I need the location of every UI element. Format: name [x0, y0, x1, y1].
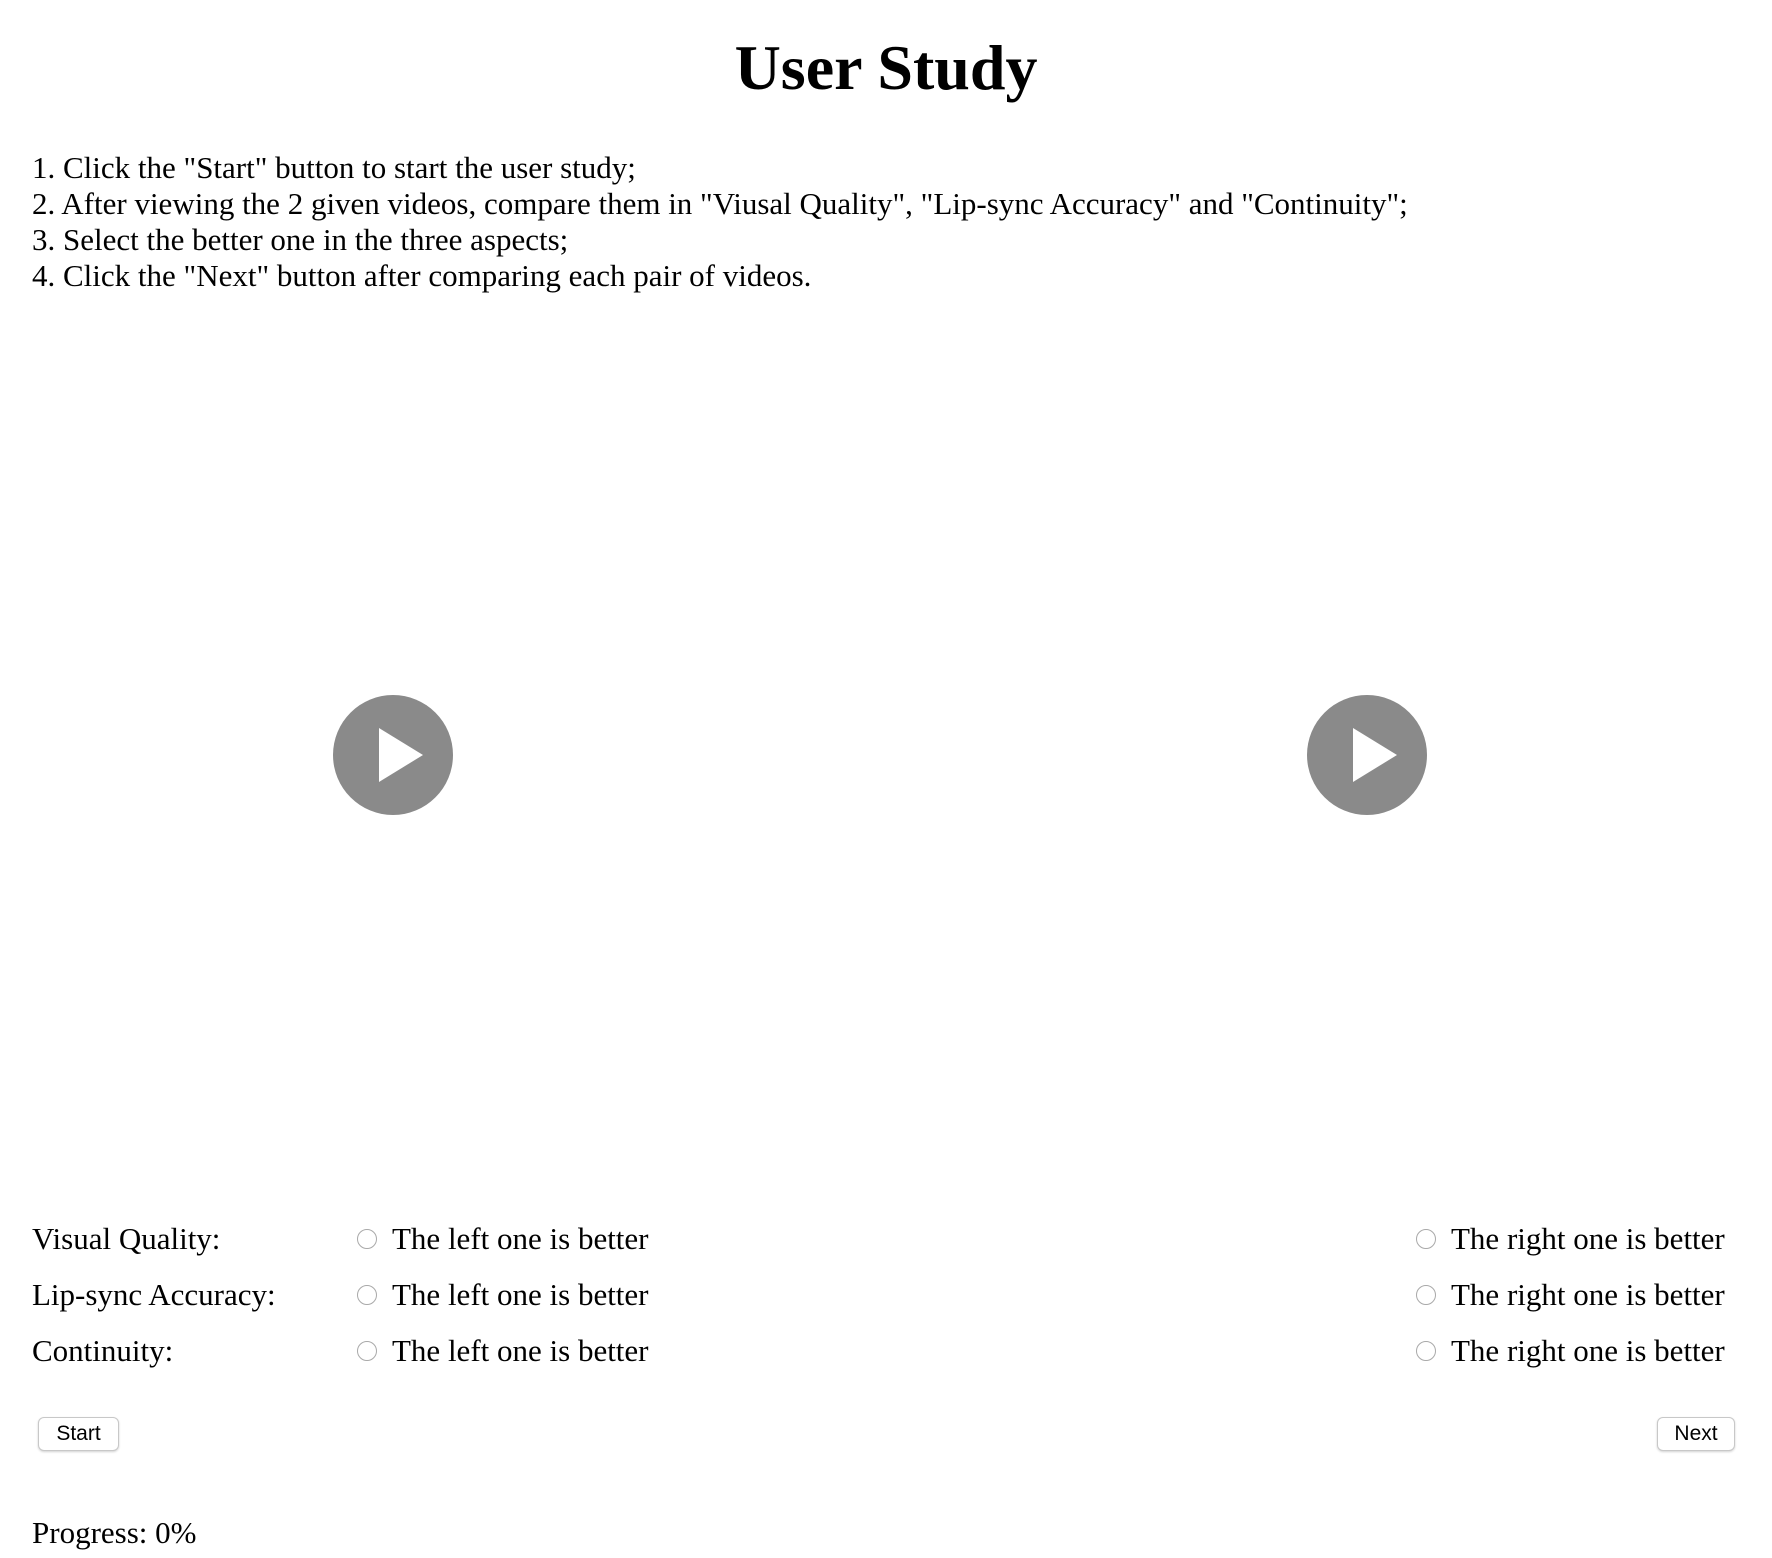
- start-button[interactable]: Start: [38, 1417, 119, 1451]
- page-title: User Study: [734, 32, 1038, 103]
- continuity-left-option[interactable]: The left one is better: [357, 1331, 649, 1371]
- right-play-button[interactable]: [1307, 695, 1427, 815]
- rating-row-visual-quality: Visual Quality: The left one is better T…: [0, 1219, 1772, 1259]
- play-icon: [379, 728, 423, 782]
- option-label: The right one is better: [1451, 1277, 1725, 1312]
- instruction-item: 4. Click the "Next" button after compari…: [32, 258, 812, 293]
- option-label: The left one is better: [392, 1277, 649, 1312]
- radio-button[interactable]: [357, 1285, 377, 1305]
- visual-quality-left-option[interactable]: The left one is better: [357, 1219, 649, 1259]
- rating-row-lip-sync-accuracy: Lip-sync Accuracy: The left one is bette…: [0, 1275, 1772, 1315]
- play-icon: [1353, 728, 1397, 782]
- option-label: The left one is better: [392, 1333, 649, 1368]
- instructions-list: 1. Click the "Start" button to start the…: [32, 150, 1408, 294]
- radio-button[interactable]: [357, 1229, 377, 1249]
- rating-label: Lip-sync Accuracy:: [32, 1277, 276, 1312]
- lip-sync-right-option[interactable]: The right one is better: [1416, 1275, 1725, 1315]
- instruction-item: 2. After viewing the 2 given videos, com…: [32, 186, 1408, 221]
- rating-label: Continuity:: [32, 1333, 174, 1368]
- lip-sync-left-option[interactable]: The left one is better: [357, 1275, 649, 1315]
- left-play-button[interactable]: [333, 695, 453, 815]
- continuity-right-option[interactable]: The right one is better: [1416, 1331, 1725, 1371]
- progress-text: Progress: 0%: [32, 1515, 197, 1550]
- radio-button[interactable]: [357, 1341, 377, 1361]
- radio-button[interactable]: [1416, 1341, 1436, 1361]
- option-label: The left one is better: [392, 1221, 649, 1256]
- option-label: The right one is better: [1451, 1333, 1725, 1368]
- right-video-player[interactable]: [1000, 320, 1760, 1190]
- option-label: The right one is better: [1451, 1221, 1725, 1256]
- instruction-item: 3. Select the better one in the three as…: [32, 222, 569, 257]
- next-button[interactable]: Next: [1657, 1417, 1735, 1451]
- instruction-item: 1. Click the "Start" button to start the…: [32, 150, 636, 185]
- rating-label: Visual Quality:: [32, 1221, 221, 1256]
- radio-button[interactable]: [1416, 1229, 1436, 1249]
- radio-button[interactable]: [1416, 1285, 1436, 1305]
- rating-row-continuity: Continuity: The left one is better The r…: [0, 1331, 1772, 1371]
- visual-quality-right-option[interactable]: The right one is better: [1416, 1219, 1725, 1259]
- left-video-player[interactable]: [12, 320, 772, 1190]
